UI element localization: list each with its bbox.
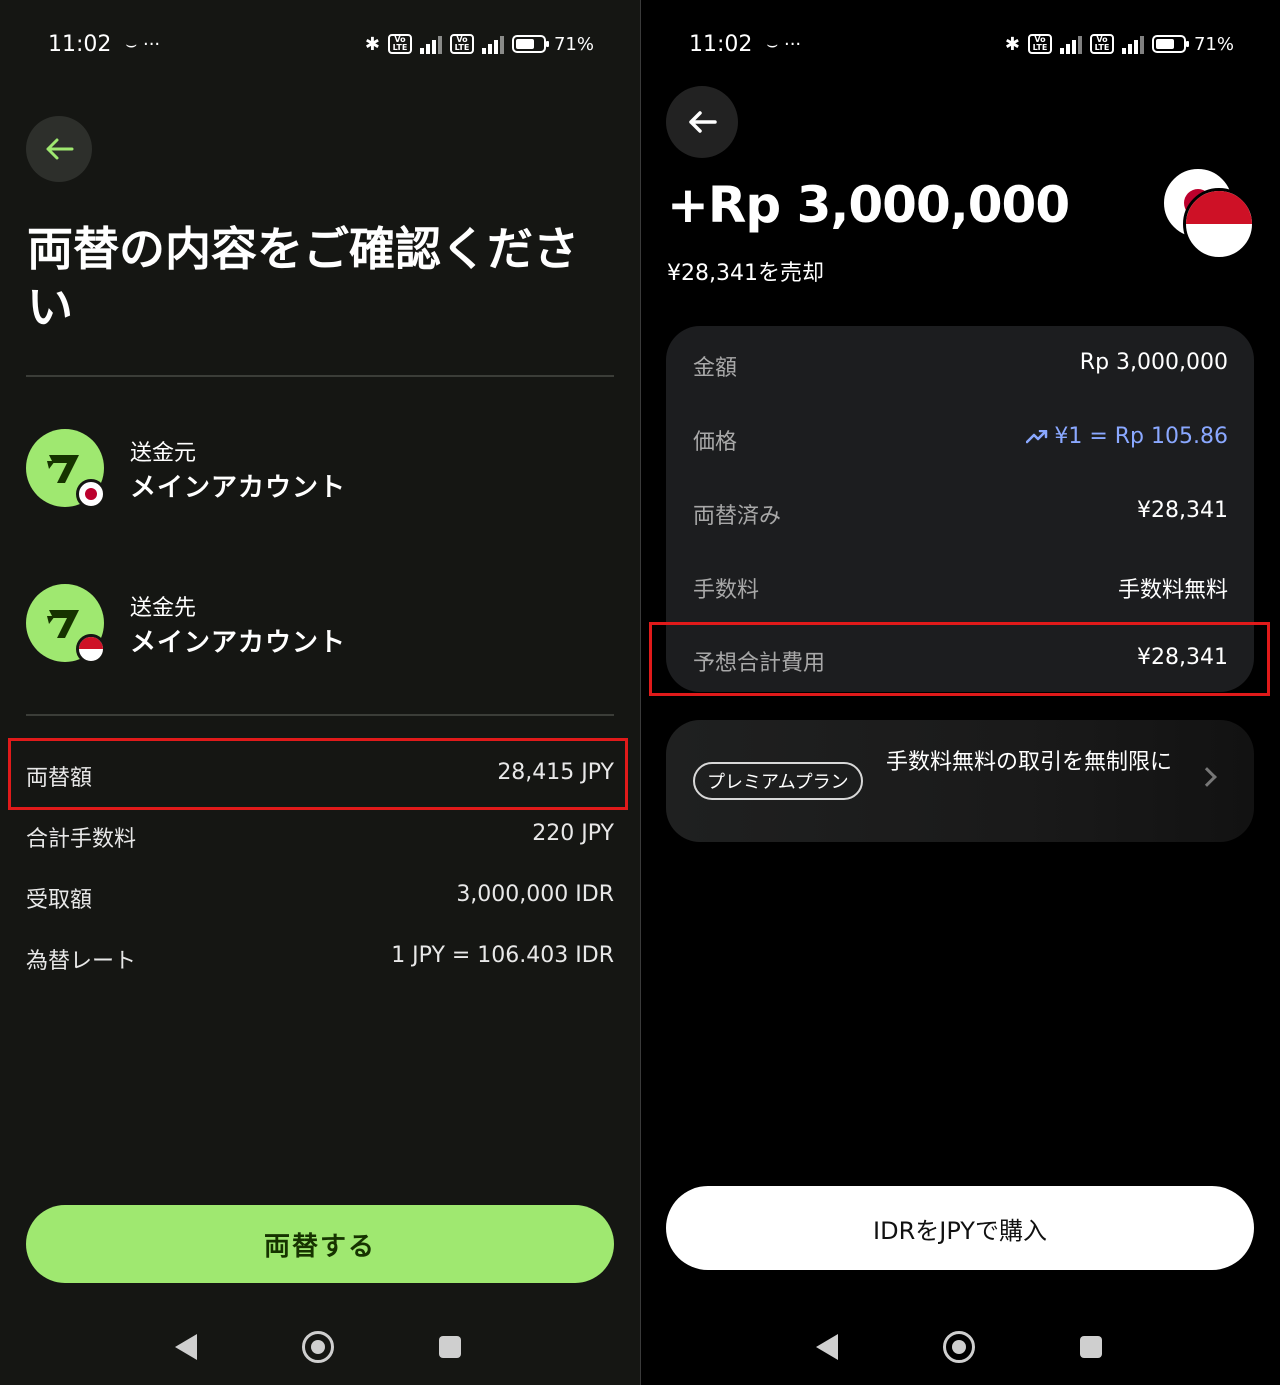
dest-name: メインアカウント [130, 628, 347, 658]
status-bar: 11:02 ⌣ ··· ✱ Vo LTE Vo LTE 71% [48, 28, 594, 60]
row-value: 手数料無料 [1117, 578, 1228, 603]
battery-icon [1151, 35, 1189, 53]
nav-home-icon[interactable] [302, 1331, 334, 1363]
highlight-box [8, 738, 628, 810]
dest-label: 送金先 [130, 596, 197, 621]
bluetooth-icon: ✱ [1004, 33, 1020, 55]
right-screen: 11:02 ⌣ ··· ✱ Vo LTE Vo LTE 71% +Rp 3,000,… [641, 0, 1280, 1385]
rate-value[interactable]: ¥1 = Rp 105.86 [1026, 424, 1228, 456]
received-amount: +Rp 3,000,000 [667, 176, 1070, 234]
detail-row: 手数料 手数料無料 [693, 572, 1228, 604]
summary-row: 合計手数料 220 JPY [26, 821, 614, 853]
volte-icon: Vo LTE [1027, 34, 1052, 54]
status-bar: 11:02 ⌣ ··· ✱ Vo LTE Vo LTE 71% [689, 28, 1234, 60]
detail-row: 価格 ¥1 = Rp 105.86 [693, 424, 1228, 456]
indonesia-flag-icon [76, 634, 106, 664]
status-time: 11:02 [48, 31, 112, 57]
row-key: 受取額 [26, 888, 93, 913]
detail-row: 金額 Rp 3,000,000 [693, 350, 1228, 382]
chevron-right-icon [1197, 767, 1217, 787]
row-key: 合計手数料 [26, 827, 137, 852]
row-key: 両替済み [693, 504, 782, 529]
back-button[interactable] [666, 86, 738, 158]
rate-text: ¥1 = Rp 105.86 [1054, 424, 1228, 449]
detail-row: 両替済み ¥28,341 [693, 498, 1228, 530]
volte-icon-2: Vo LTE [1089, 34, 1114, 54]
nav-home-icon[interactable] [943, 1331, 975, 1363]
row-value: 220 JPY [532, 821, 614, 846]
signal-5g-icon [1059, 34, 1082, 54]
row-key: 手数料 [693, 578, 760, 603]
divider [26, 714, 614, 716]
battery-percent: 71% [553, 33, 594, 55]
source-name: メインアカウント [130, 473, 347, 503]
nav-bar [641, 1322, 1280, 1372]
nav-recents-icon[interactable] [439, 1336, 461, 1358]
page-title: 両替の内容をご確認ください [27, 222, 579, 334]
signal-5g-icon [419, 34, 442, 54]
row-value: Rp 3,000,000 [1079, 350, 1228, 375]
nav-back-icon[interactable] [175, 1334, 197, 1360]
bluetooth-icon: ✱ [364, 33, 380, 55]
buy-button[interactable]: IDRをJPYで購入 [666, 1186, 1254, 1270]
row-value: 3,000,000 IDR [456, 882, 614, 907]
currency-flags [1161, 166, 1257, 262]
status-extra: ⌣ ··· [766, 33, 802, 55]
summary-row: 為替レート 1 JPY = 106.403 IDR [26, 943, 614, 975]
source-account: 送金元 メインアカウント [26, 429, 616, 509]
arrow-left-icon [689, 111, 717, 133]
premium-plan-badge: プレミアムプラン [693, 762, 863, 800]
premium-plan-banner[interactable]: プレミアムプラン 手数料無料の取引を無制限に [666, 720, 1254, 842]
divider [26, 375, 614, 377]
promo-text: 手数料無料の取引を無制限に [886, 750, 1173, 775]
summary-row: 受取額 3,000,000 IDR [26, 882, 614, 914]
row-key: 金額 [693, 356, 738, 381]
indonesia-flag-icon [1183, 188, 1255, 260]
dest-account: 送金先 メインアカウント [26, 584, 616, 664]
nav-bar [0, 1322, 640, 1372]
volte-icon-2: Vo LTE [449, 34, 474, 54]
status-time: 11:02 [689, 31, 753, 57]
trend-up-icon [1026, 429, 1048, 444]
battery-icon [511, 35, 549, 53]
signal-icon [1121, 34, 1144, 54]
status-extra: ⌣ ··· [125, 33, 161, 55]
japan-flag-icon [76, 479, 106, 509]
row-key: 為替レート [26, 949, 137, 974]
nav-back-icon[interactable] [816, 1334, 838, 1360]
battery-percent: 71% [1193, 33, 1234, 55]
sold-amount: ¥28,341を売却 [667, 261, 824, 286]
left-screen: 11:02 ⌣ ··· ✱ Vo LTE Vo LTE 71% 両替の内容をご確認く… [0, 0, 640, 1385]
signal-icon [481, 34, 504, 54]
volte-icon: Vo LTE [387, 34, 412, 54]
exchange-button[interactable]: 両替する [26, 1205, 614, 1283]
row-value: ¥28,341 [1137, 498, 1228, 523]
nav-recents-icon[interactable] [1080, 1336, 1102, 1358]
arrow-left-icon [46, 138, 74, 160]
back-button[interactable] [26, 116, 92, 182]
row-value: 1 JPY = 106.403 IDR [391, 943, 614, 968]
source-label: 送金元 [130, 441, 197, 466]
highlight-box [649, 622, 1270, 696]
row-key: 価格 [693, 430, 738, 455]
